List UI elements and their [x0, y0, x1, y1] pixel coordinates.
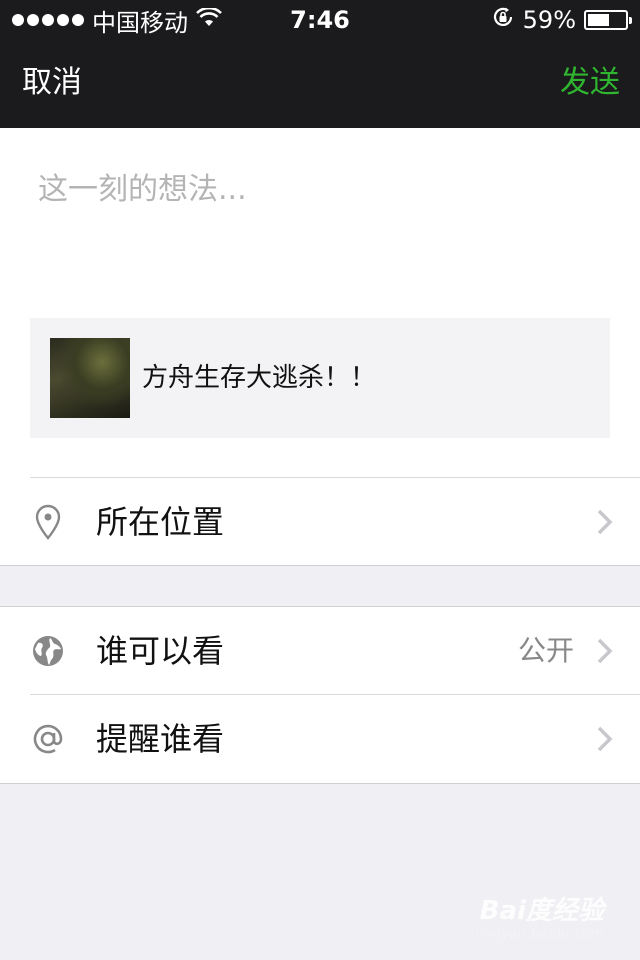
location-row[interactable]: 所在位置 — [0, 478, 640, 566]
section-divider — [0, 565, 640, 566]
battery-percent: 59% — [522, 6, 576, 34]
visibility-row[interactable]: 谁可以看 公开 — [0, 607, 640, 695]
send-button[interactable]: 发送 — [560, 40, 620, 128]
rotation-lock-icon — [491, 5, 515, 35]
chevron-right-icon — [596, 725, 614, 753]
navigation-bar: 取消 发送 — [0, 40, 640, 128]
watermark-logo-text: Bai度经验 — [479, 896, 604, 926]
status-bar-right: 59% — [491, 0, 632, 40]
compose-area: 这一刻的想法... 方舟生存大逃杀！！ 所在位置 — [0, 128, 640, 566]
watermark-url: jingyan.baidu.com — [475, 927, 604, 942]
visibility-value: 公开 — [517, 634, 574, 667]
battery-level-fill — [588, 14, 609, 26]
visibility-label: 谁可以看 — [96, 632, 225, 670]
status-bar: 中国移动 7:46 59% — [0, 0, 640, 40]
mention-row[interactable]: 提醒谁看 — [0, 695, 640, 783]
at-sign-icon — [30, 721, 66, 757]
location-pin-icon — [30, 504, 66, 540]
globe-icon — [30, 633, 66, 669]
chevron-right-icon — [596, 508, 614, 536]
cancel-button[interactable]: 取消 — [22, 40, 82, 128]
mention-label: 提醒谁看 — [96, 720, 225, 758]
battery-icon — [584, 10, 632, 30]
thought-input[interactable]: 这一刻的想法... — [38, 164, 247, 208]
shared-link-thumbnail — [50, 338, 130, 418]
location-label: 所在位置 — [96, 503, 225, 541]
baidu-jingyan-watermark: Bai度经验 jingyan.baidu.com — [476, 890, 604, 942]
section-divider — [0, 783, 640, 784]
shared-link-title: 方舟生存大逃杀！！ — [142, 363, 377, 393]
chevron-right-icon — [596, 637, 614, 665]
shared-link-card[interactable]: 方舟生存大逃杀！！ — [30, 318, 610, 438]
